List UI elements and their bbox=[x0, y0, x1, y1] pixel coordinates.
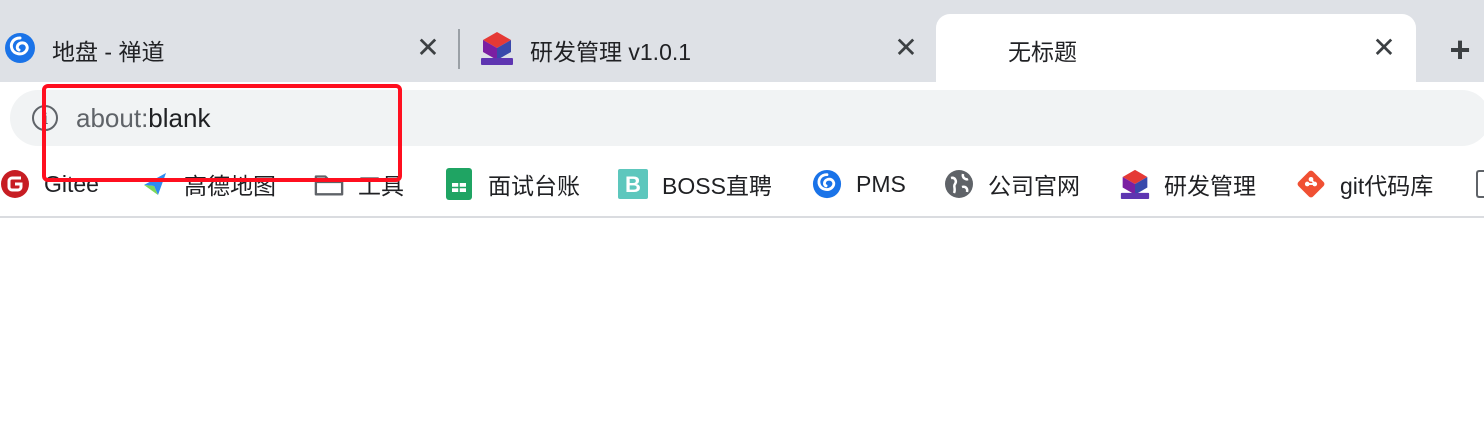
bookmark-label: 面试台账 bbox=[488, 173, 580, 199]
tab-title: 研发管理 v1.0.1 bbox=[530, 39, 692, 65]
tab-close-icon[interactable]: ✕ bbox=[412, 32, 444, 64]
tab-close-icon[interactable]: ✕ bbox=[1368, 32, 1400, 64]
rd-management-logo-icon bbox=[480, 30, 514, 66]
bookmark-pms[interactable]: PMS bbox=[812, 166, 906, 202]
annotation-highlight-box bbox=[42, 84, 402, 182]
tab-zentao[interactable]: 地盘 - 禅道 ✕ bbox=[0, 14, 458, 82]
bookmark-label: 研发管理 bbox=[1164, 173, 1256, 199]
new-tab-button[interactable]: + bbox=[1440, 29, 1480, 70]
rd-management-logo-icon bbox=[1120, 169, 1150, 199]
bookmark-label: PMS bbox=[856, 170, 906, 197]
overflow-bookmark-icon[interactable] bbox=[1476, 170, 1484, 198]
bookmark-boss[interactable]: B BOSS直聘 bbox=[618, 166, 772, 202]
tab-strip: 地盘 - 禅道 ✕ 研发管理 v1.0.1 ✕ 无标题 ✕ + bbox=[0, 0, 1484, 82]
zentao-swirl-icon bbox=[812, 169, 842, 199]
bookmark-rd-management[interactable]: 研发管理 bbox=[1120, 166, 1256, 202]
bookmark-label: BOSS直聘 bbox=[662, 173, 772, 199]
gitee-icon bbox=[0, 169, 30, 199]
sheets-icon bbox=[444, 168, 474, 200]
bookmark-label: git代码库 bbox=[1340, 173, 1434, 199]
tab-rd-management[interactable]: 研发管理 v1.0.1 ✕ bbox=[462, 14, 936, 82]
boss-icon: B bbox=[618, 169, 648, 199]
bookmark-interview-sheet[interactable]: 面试台账 bbox=[444, 166, 580, 202]
tab-title: 无标题 bbox=[1008, 39, 1077, 65]
tab-close-icon[interactable]: ✕ bbox=[890, 32, 922, 64]
svg-text:B: B bbox=[625, 172, 641, 197]
bookmark-company-site[interactable]: 公司官网 bbox=[944, 166, 1080, 202]
tab-title: 地盘 - 禅道 bbox=[52, 39, 165, 65]
bookmark-label: 公司官网 bbox=[988, 173, 1080, 199]
tab-untitled[interactable]: 无标题 ✕ bbox=[936, 14, 1416, 82]
page-content bbox=[0, 218, 1484, 448]
bookmark-git-repo[interactable]: git代码库 bbox=[1296, 166, 1433, 202]
tab-separator bbox=[458, 29, 460, 69]
globe-icon bbox=[944, 169, 974, 199]
zentao-swirl-icon bbox=[4, 32, 36, 64]
git-icon bbox=[1296, 169, 1326, 199]
